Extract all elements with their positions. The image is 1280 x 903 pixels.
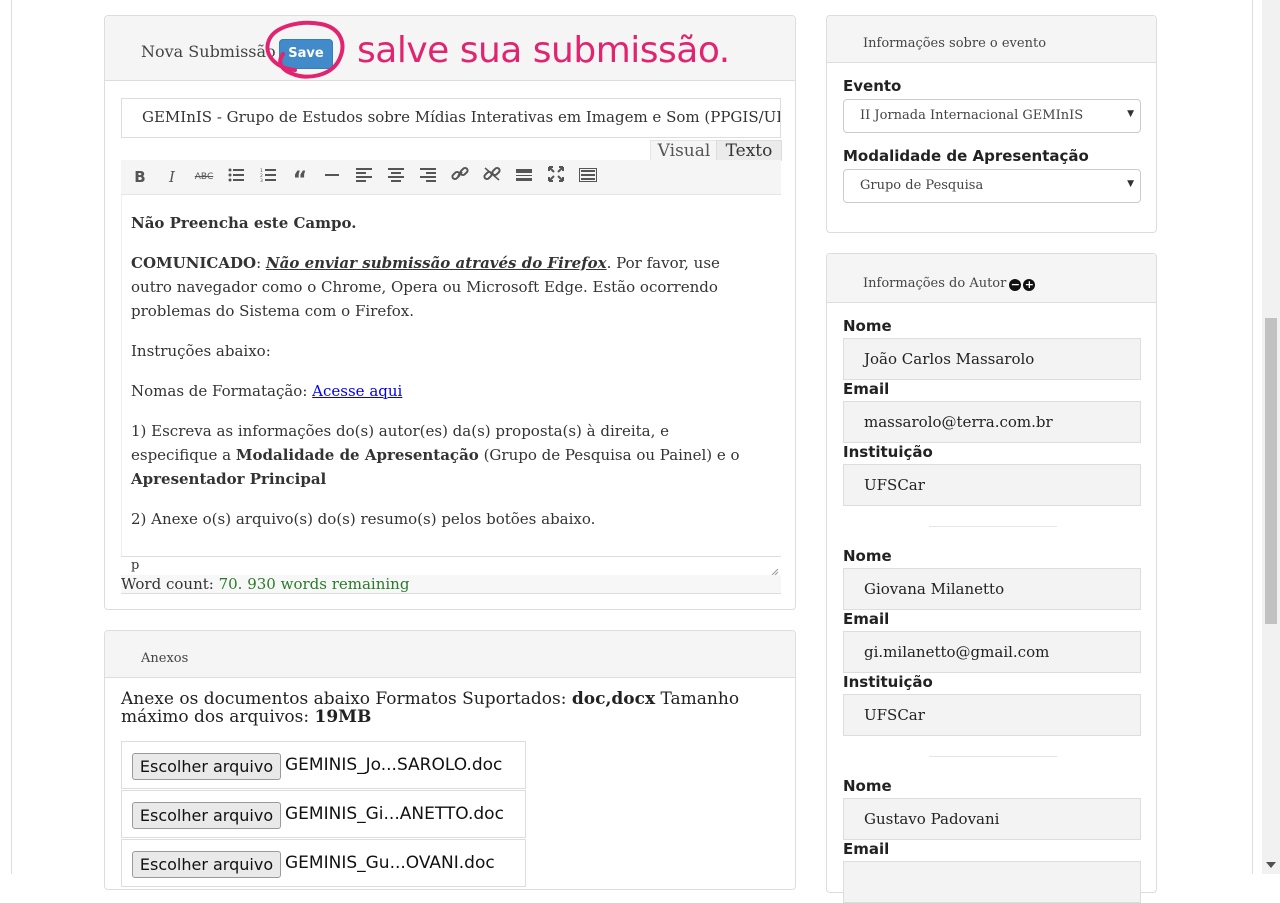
event-panel-title: Informações sobre o evento <box>863 36 1047 51</box>
editor-step2: 2) Anexe o(s) arquivo(s) do(s) resumo(s)… <box>131 510 596 528</box>
editor-warning-line: Não Preencha este Campo. <box>131 214 357 232</box>
file-name-3: GEMINIS_Gu...OVANI.doc <box>285 853 495 873</box>
anexos-description: Anexe os documentos abaixo Formatos Supo… <box>121 690 781 726</box>
author-divider <box>929 756 1057 757</box>
submission-title-input[interactable]: GEMInIS - Grupo de Estudos sobre Mídias … <box>121 98 781 138</box>
author-1-email-label: Email <box>843 380 890 398</box>
page-border-left <box>11 0 12 874</box>
chevron-down-icon: ▼ <box>1127 179 1134 189</box>
align-center-icon[interactable] <box>384 166 408 188</box>
editor-step1: 1) Escreva as informações do(s) autor(es… <box>131 419 741 491</box>
word-count-label: Word count: <box>121 575 219 593</box>
svg-text:3: 3 <box>260 178 263 182</box>
author-3-nome-field[interactable]: Gustavo Padovani <box>843 798 1141 840</box>
add-author-icon[interactable]: + <box>1023 279 1036 291</box>
choose-file-button-2[interactable]: Escolher arquivo <box>132 802 281 829</box>
modalidade-select-value: Grupo de Pesquisa <box>860 178 984 193</box>
editor-statusbar: p <box>121 556 781 576</box>
scrollbar-thumb[interactable] <box>1265 318 1277 624</box>
blockquote-icon[interactable]: “ <box>288 166 312 193</box>
comunicado-warning: Não enviar submissão através do Firefox <box>265 254 607 272</box>
tab-visual[interactable]: Visual <box>650 140 718 161</box>
anexos-formats: doc,docx <box>571 689 656 709</box>
unlink-icon[interactable] <box>480 166 504 188</box>
author-1-instituicao-field[interactable]: UFSCar <box>843 464 1141 506</box>
comunicado-colon: : <box>256 254 266 272</box>
choose-file-button-1[interactable]: Escolher arquivo <box>132 753 281 780</box>
page-scrollbar[interactable] <box>1262 0 1280 874</box>
anexos-desc-a: Anexe os documentos abaixo Formatos Supo… <box>121 689 572 709</box>
remove-author-icon[interactable]: − <box>1009 279 1022 291</box>
horizontal-rule-icon[interactable] <box>320 166 344 188</box>
submission-panel: Nova Submissão Save salve sua submissão.… <box>104 15 796 610</box>
annotation-text: salve sua submissão. <box>357 30 730 71</box>
author-3-email-label: Email <box>843 840 890 858</box>
align-right-icon[interactable] <box>416 166 440 188</box>
link-icon[interactable] <box>448 166 472 188</box>
anexos-title: Anexos <box>141 651 189 666</box>
author-divider <box>929 526 1057 527</box>
file-upload-1: Escolher arquivo GEMINIS_Jo...SAROLO.doc <box>121 741 526 789</box>
author-2-nome-label: Nome <box>843 547 892 565</box>
author-panel: Informações do Autor − + Nome João Carlos … <box>826 253 1157 903</box>
chevron-down-icon: ▼ <box>1127 109 1134 119</box>
author-1-nome-label: Nome <box>843 317 892 335</box>
editor-instrucoes: Instruções abaixo: <box>131 342 271 360</box>
editor-comunicado: COMUNICADO: Não enviar submissão através… <box>131 251 741 323</box>
word-count-value: 70. 930 words remaining <box>218 575 410 593</box>
editor-normas: Nomas de Formatação: Acesse aqui <box>131 379 741 403</box>
comunicado-label: COMUNICADO <box>131 254 257 272</box>
file-upload-3: Escolher arquivo GEMINIS_Gu...OVANI.doc <box>121 839 526 887</box>
strikethrough-icon[interactable]: ABC <box>192 166 216 188</box>
element-path: p <box>131 558 140 573</box>
anexos-panel-heading <box>105 631 795 678</box>
align-left-icon[interactable] <box>352 166 376 188</box>
editor-edge <box>121 195 122 556</box>
step1-c: (Grupo de Pesquisa ou Painel) e o <box>478 446 740 464</box>
author-3-nome-label: Nome <box>843 777 892 795</box>
fullscreen-icon[interactable] <box>544 166 568 188</box>
word-count: Word count: 70. 930 words remaining <box>121 575 781 594</box>
bullet-list-icon[interactable] <box>224 166 248 188</box>
anexos-panel: Anexos Anexe os documentos abaixo Format… <box>104 630 796 890</box>
circle-annotation-icon <box>265 20 345 79</box>
author-1-email-field[interactable]: massarolo@terra.com.br <box>843 401 1141 443</box>
resize-grip-icon[interactable] <box>771 565 779 576</box>
author-3-email-field[interactable] <box>843 861 1141 903</box>
toolbar-toggle-icon[interactable] <box>576 166 600 188</box>
evento-select[interactable]: II Jornada Internacional GEMInIS ▼ <box>843 99 1141 133</box>
author-2-instituicao-label: Instituição <box>843 673 933 691</box>
normas-link[interactable]: Acesse aqui <box>312 382 402 400</box>
editor-toolbar: B I ABC 123 “ <box>121 160 781 195</box>
event-panel: Informações sobre o evento Evento II Jor… <box>826 15 1157 233</box>
author-1-nome-field[interactable]: João Carlos Massarolo <box>843 338 1141 380</box>
step1-d: Apresentador Principal <box>131 470 327 488</box>
normas-label: Nomas de Formatação: <box>131 382 313 400</box>
step1-b: Modalidade de Apresentação <box>235 446 479 464</box>
numbered-list-icon[interactable]: 123 <box>256 166 280 188</box>
tab-texto[interactable]: Texto <box>716 140 782 161</box>
read-more-icon[interactable] <box>512 166 536 188</box>
editor-content[interactable]: Não Preencha este Campo. COMUNICADO: Não… <box>121 195 781 556</box>
scroll-down-icon[interactable] <box>1266 862 1276 868</box>
modalidade-label: Modalidade de Apresentação <box>843 147 1089 165</box>
evento-label: Evento <box>843 77 902 95</box>
bold-icon[interactable]: B <box>128 166 152 188</box>
author-2-email-label: Email <box>843 610 890 628</box>
file-name-2: GEMINIS_Gi...ANETTO.doc <box>285 804 504 824</box>
anexos-size: 19MB <box>314 707 372 727</box>
modalidade-select[interactable]: Grupo de Pesquisa ▼ <box>843 169 1141 203</box>
italic-icon[interactable]: I <box>160 166 184 188</box>
file-name-1: GEMINIS_Jo...SAROLO.doc <box>285 755 503 775</box>
author-2-email-field[interactable]: gi.milanetto@gmail.com <box>843 631 1141 673</box>
page-border-right <box>1252 0 1253 874</box>
author-panel-title-row: Informações do Autor − + <box>863 276 1036 291</box>
author-2-nome-field[interactable]: Giovana Milanetto <box>843 568 1141 610</box>
author-2-instituicao-field[interactable]: UFSCar <box>843 694 1141 736</box>
evento-select-value: II Jornada Internacional GEMInIS <box>860 108 1084 123</box>
author-1-instituicao-label: Instituição <box>843 443 933 461</box>
file-upload-2: Escolher arquivo GEMINIS_Gi...ANETTO.doc <box>121 790 526 838</box>
author-panel-title: Informações do Autor <box>863 276 1007 291</box>
